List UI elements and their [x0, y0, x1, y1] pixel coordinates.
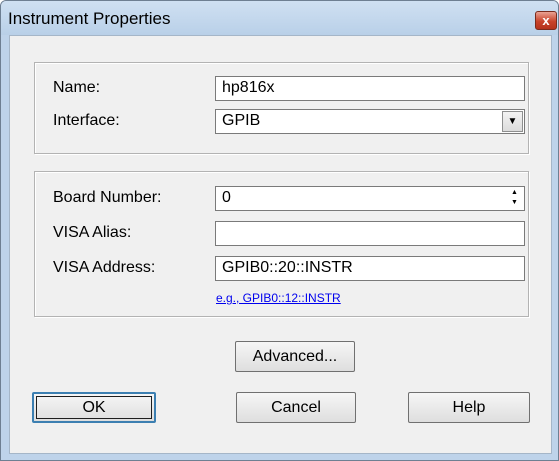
board-number-spinbox[interactable]: 0 ▲ ▼ [215, 186, 525, 211]
general-group: Name: hp816x Interface: GPIB ▼ [34, 62, 529, 154]
spin-down-icon[interactable]: ▼ [506, 198, 523, 208]
name-input[interactable]: hp816x [215, 76, 525, 101]
board-number-spinner[interactable]: ▲ ▼ [506, 188, 523, 209]
interface-select[interactable]: GPIB ▼ [215, 109, 525, 134]
interface-selected-value: GPIB [222, 112, 261, 129]
interface-dropdown-button[interactable]: ▼ [502, 111, 523, 132]
dialog-body: Name: hp816x Interface: GPIB ▼ Board Num… [9, 35, 552, 454]
visa-alias-label: VISA Alias: [53, 224, 132, 241]
spin-up-icon[interactable]: ▲ [506, 188, 523, 198]
close-button[interactable]: x [535, 11, 557, 30]
title-bar[interactable]: Instrument Properties x [1, 1, 558, 35]
ok-button[interactable]: OK [32, 392, 156, 423]
interface-label: Interface: [53, 112, 120, 129]
advanced-button[interactable]: Advanced... [235, 341, 355, 372]
close-icon: x [542, 13, 550, 28]
board-number-value: 0 [222, 189, 231, 206]
cancel-button[interactable]: Cancel [236, 392, 356, 423]
dialog-window: Instrument Properties x Name: hp816x Int… [0, 0, 559, 461]
help-button[interactable]: Help [408, 392, 530, 423]
visa-address-label: VISA Address: [53, 259, 156, 276]
visa-address-example-link[interactable]: e.g., GPIB0::12::INSTR [216, 291, 341, 305]
connection-group: Board Number: 0 ▲ ▼ VISA Alias: VISA Add… [34, 171, 529, 317]
visa-address-input[interactable]: GPIB0::20::INSTR [215, 256, 525, 281]
name-label: Name: [53, 79, 101, 96]
board-number-label: Board Number: [53, 189, 162, 206]
visa-alias-input[interactable] [215, 221, 525, 246]
window-title: Instrument Properties [8, 9, 171, 28]
chevron-down-icon: ▼ [507, 116, 518, 127]
